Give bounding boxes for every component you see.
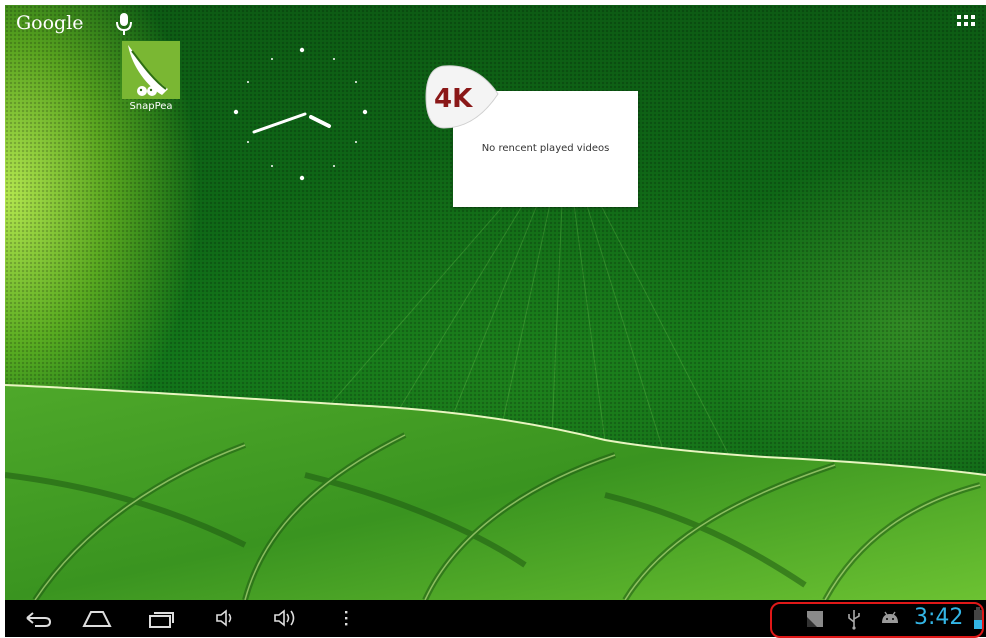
back-icon[interactable] (21, 606, 53, 630)
snappea-app-label: SnapPea (129, 101, 173, 112)
home-icon[interactable] (81, 606, 113, 630)
recent-apps-icon[interactable] (145, 606, 177, 630)
status-clock[interactable]: 3:42 (914, 605, 963, 630)
recent-videos-message: No rencent played videos (481, 143, 610, 154)
all-apps-grid-icon[interactable] (956, 14, 976, 34)
battery-icon (974, 607, 982, 629)
google-search-label[interactable]: Google (16, 12, 84, 34)
volume-up-icon[interactable] (271, 606, 301, 630)
snappea-app-icon[interactable] (122, 41, 180, 99)
volume-down-icon[interactable] (213, 606, 239, 630)
4k-badge-text: 4K (434, 84, 473, 114)
microphone-icon[interactable] (116, 12, 132, 36)
menu-overflow-icon[interactable] (341, 606, 351, 630)
analog-clock-widget[interactable] (228, 42, 376, 190)
4k-player-badge-icon[interactable]: 4K (424, 62, 500, 132)
